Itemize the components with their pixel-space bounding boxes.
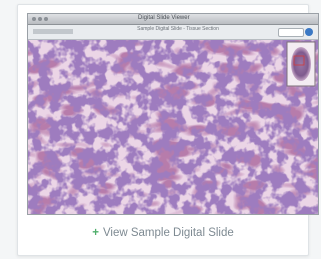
- toolbar-menu[interactable]: [33, 29, 73, 34]
- toolbar-title: Sample Digital Slide - Tissue Section: [137, 26, 219, 32]
- sample-slide-card[interactable]: Digital Slide Viewer Sample Digital Slid…: [17, 4, 319, 256]
- minimize-window-icon[interactable]: [38, 17, 42, 21]
- view-sample-link-label: View Sample Digital Slide: [102, 227, 234, 239]
- tissue-texture: [28, 40, 318, 214]
- tissue-slide-image[interactable]: 40x: [28, 40, 318, 214]
- toolbar-go-button[interactable]: [305, 28, 313, 36]
- window-title: Digital Slide Viewer: [138, 15, 190, 21]
- window-titlebar: Digital Slide Viewer: [28, 14, 318, 25]
- plus-icon: +: [92, 227, 99, 239]
- slide-viewer-screenshot[interactable]: Digital Slide Viewer Sample Digital Slid…: [27, 13, 319, 215]
- toolbar-search-input[interactable]: [278, 28, 304, 37]
- close-window-icon[interactable]: [32, 17, 36, 21]
- maximize-window-icon[interactable]: [44, 17, 48, 21]
- view-sample-link[interactable]: + View Sample Digital Slide: [18, 227, 308, 239]
- viewer-toolbar: Sample Digital Slide - Tissue Section: [28, 25, 318, 40]
